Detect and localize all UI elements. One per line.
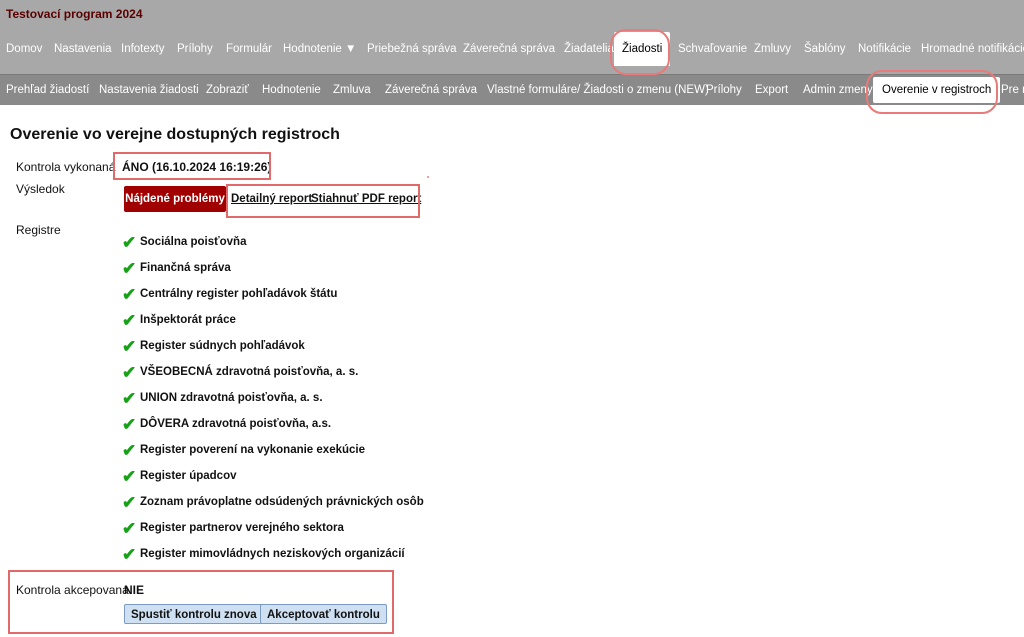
app-title: Testovací program 2024 (6, 7, 143, 21)
list-item: ✔ VŠEOBECNÁ zdravotná poisťovňa, a. s. (122, 362, 359, 382)
list-item: ✔ Zoznam právoplatne odsúdených právnický… (122, 492, 424, 512)
list-item: ✔ Register partnerov verejného sektora (122, 518, 344, 538)
nav-ziadatelia[interactable]: Žiadatelia (562, 38, 616, 60)
subnav-admin-zmeny[interactable]: Admin zmeny (803, 75, 873, 105)
list-item: ✔ Register poverení na vykonanie exekúcie (122, 440, 365, 460)
accepted-value: NIE (124, 583, 145, 597)
list-item: ✔ Inšpektorát práce (122, 310, 236, 330)
check-icon: ✔ (122, 310, 137, 330)
nav-zmluvy[interactable]: Zmluvy (752, 38, 793, 60)
check-done-label: Kontrola vykonaná (16, 160, 116, 174)
subnav-zaverecna-sprava[interactable]: Záverečná správa (385, 75, 477, 105)
result-badge: Nájdené problémy (124, 186, 226, 212)
check-icon: ✔ (122, 258, 137, 278)
rerun-check-button[interactable]: Spustiť kontrolu znova (124, 604, 264, 624)
subnav-prilohy[interactable]: Prílohy (706, 75, 742, 105)
list-item: ✔ Finančná správa (122, 258, 231, 278)
check-icon: ✔ (122, 492, 137, 512)
register-list: ✔ Sociálna poisťovňa ✔ Finančná správa ✔ Ce… (122, 229, 424, 567)
check-icon: ✔ (122, 544, 137, 564)
detail-report-link[interactable]: Detailný report (231, 193, 312, 205)
check-icon: ✔ (122, 232, 137, 252)
stray-dot (427, 176, 429, 178)
nav-hodnotenie[interactable]: Hodnotenie ▼ (281, 38, 358, 60)
sub-nav: Prehľad žiadostí Nastavenia žiadosti Zob… (0, 74, 1024, 105)
check-icon: ✔ (122, 336, 137, 356)
nav-schvalovanie[interactable]: Schvaľovanie (676, 38, 749, 60)
list-item: ✔ DÔVERA zdravotná poisťovňa, a.s. (122, 414, 332, 434)
subnav-zmluva[interactable]: Zmluva (333, 75, 371, 105)
list-item: ✔ Register mimovládnych neziskových organ… (122, 544, 405, 564)
page-title: Overenie vo verejne dostupných registroc… (10, 126, 340, 143)
check-done-value: ÁNO (16.10.2024 16:19:26) (122, 160, 272, 174)
result-label: Výsledok (16, 182, 65, 196)
subnav-pre-r[interactable]: Pre r (1001, 75, 1024, 105)
registers-label: Registre (16, 223, 61, 237)
nav-zaverecna-sprava[interactable]: Záverečná správa (461, 38, 557, 60)
accepted-label: Kontrola akcepovaná (16, 583, 129, 597)
list-item: ✔ UNION zdravotná poisťovňa, a. s. (122, 388, 323, 408)
list-item: ✔ Centrálny register pohľadávok štátu (122, 284, 338, 304)
list-item: ✔ Sociálna poisťovňa (122, 232, 247, 252)
nav-hromadne-notifikacie[interactable]: Hromadné notifikácie (919, 38, 1024, 60)
subnav-export[interactable]: Export (755, 75, 788, 105)
nav-formular[interactable]: Formulár (224, 38, 274, 60)
nav-prilohy[interactable]: Prílohy (175, 38, 215, 60)
nav-domov[interactable]: Domov (4, 38, 44, 60)
nav-notifikacie[interactable]: Notifikácie (856, 38, 913, 60)
check-icon: ✔ (122, 466, 137, 486)
subnav-zobrazit[interactable]: Zobraziť (206, 75, 249, 105)
nav-priebezna-sprava[interactable]: Priebežná správa (365, 38, 459, 60)
check-icon: ✔ (122, 284, 137, 304)
subnav-overenie-v-registroch[interactable]: Overenie v registroch (873, 77, 1001, 103)
check-icon: ✔ (122, 414, 137, 434)
nav-nastavenia[interactable]: Nastavenia (52, 38, 114, 60)
subnav-prehlad-ziadosti[interactable]: Prehľad žiadostí (6, 75, 89, 105)
check-icon: ✔ (122, 362, 137, 382)
nav-infotexty[interactable]: Infotexty (119, 38, 166, 60)
check-icon: ✔ (122, 440, 137, 460)
subnav-nastavenia-ziadosti[interactable]: Nastavenia žiadosti (99, 75, 199, 105)
check-icon: ✔ (122, 388, 137, 408)
list-item: ✔ Register úpadcov (122, 466, 237, 486)
list-item: ✔ Register súdnych pohľadávok (122, 336, 305, 356)
top-bar: Testovací program 2024 Domov Nastavenia … (0, 0, 1024, 74)
check-icon: ✔ (122, 518, 137, 538)
nav-ziadosti[interactable]: Žiadosti (614, 32, 671, 66)
subnav-hodnotenie[interactable]: Hodnotenie (262, 75, 321, 105)
pdf-report-link[interactable]: Stiahnuť PDF report (311, 193, 421, 205)
subnav-vlastne-formulare[interactable]: Vlastné formuláre/ Žiadosti o zmenu (NEW… (487, 75, 709, 105)
nav-sablony[interactable]: Šablóny (802, 38, 848, 60)
accept-check-button[interactable]: Akceptovať kontrolu (260, 604, 387, 624)
